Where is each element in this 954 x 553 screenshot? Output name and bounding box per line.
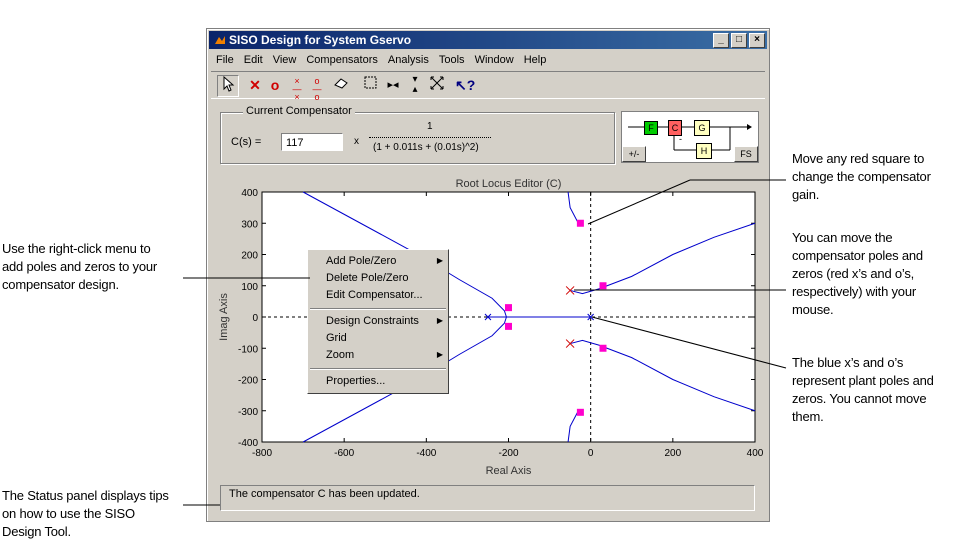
gain-input[interactable]: 117: [281, 133, 343, 151]
denominator: (1 + 0.011s + (0.01s)^2): [373, 142, 479, 153]
block-g[interactable]: G: [694, 120, 710, 136]
gain-marker: [599, 344, 607, 352]
block-diagram-panel: - F C G H +/- FS: [621, 111, 759, 163]
x-tick-label: -400: [416, 448, 436, 459]
gain-marker: [576, 408, 584, 416]
close-button[interactable]: ×: [749, 33, 765, 48]
gain-marker: [576, 219, 584, 227]
menu-edit[interactable]: Edit: [239, 51, 268, 69]
help-icon[interactable]: ↖?: [455, 75, 475, 95]
block-f[interactable]: F: [644, 121, 658, 135]
ctx-design-constraints[interactable]: Design Constraints ▶: [326, 313, 448, 329]
submenu-arrow-icon: ▶: [436, 350, 443, 359]
ctx-grid[interactable]: Grid: [326, 330, 347, 346]
c-label: C(s) =: [231, 136, 262, 148]
matlab-logo-icon: [215, 36, 225, 44]
minimize-button[interactable]: _: [713, 33, 729, 48]
menu-window[interactable]: Window: [470, 51, 519, 69]
sign-toggle-button[interactable]: +/-: [622, 146, 646, 162]
ctx-edit-compensator[interactable]: Edit Compensator...: [326, 287, 423, 303]
fs-button[interactable]: FS: [734, 146, 758, 162]
y-tick-label: -200: [238, 376, 258, 387]
y-tick-label: -100: [238, 344, 258, 355]
menu-tools[interactable]: Tools: [434, 51, 470, 69]
x-tick-label: 200: [664, 448, 681, 459]
x-tick-label: -600: [334, 448, 354, 459]
y-tick-label: 100: [241, 282, 258, 293]
plot-title: Root Locus Editor (C): [456, 178, 562, 190]
eraser-icon[interactable]: [331, 75, 351, 95]
gain-marker: [599, 282, 607, 290]
y-tick-label: -400: [238, 438, 258, 449]
submenu-arrow-icon: ▶: [436, 316, 443, 325]
zoom-fit-icon[interactable]: [427, 75, 447, 95]
numerator: 1: [427, 121, 433, 132]
add-complex-zero-icon[interactable]: o — o: [307, 75, 327, 102]
times-sign: x: [354, 136, 359, 147]
ctx-zoom[interactable]: Zoom ▶: [326, 347, 448, 363]
status-panel: The compensator C has been updated.: [220, 485, 755, 511]
x-tick-label: 0: [588, 448, 594, 459]
callout-right-click-menu: Use the right-click menu to add poles an…: [2, 241, 158, 292]
ctx-properties[interactable]: Properties...: [326, 373, 385, 389]
menu-bar: File Edit View Compensators Analysis Too…: [211, 51, 551, 69]
callout-blue-marks: The blue x’s and o’s represent plant pol…: [792, 355, 934, 424]
select-arrow-icon[interactable]: [217, 75, 239, 97]
menu-help[interactable]: Help: [519, 51, 552, 69]
menu-separator: [310, 368, 446, 370]
menu-view[interactable]: View: [268, 51, 302, 69]
ctx-add-pole-zero[interactable]: Add Pole/Zero ▶: [326, 253, 448, 269]
title-bar: SISO Design for System Gservo _ □ ×: [209, 31, 767, 49]
zoom-x-icon[interactable]: ▸◂: [383, 75, 403, 95]
fraction-line: [369, 137, 491, 138]
y-tick-label: 300: [241, 219, 258, 230]
toolbar: ✕ o × — × o — o ▸◂ ▾ ▴ ↖?: [211, 71, 765, 102]
add-real-zero-icon[interactable]: o: [265, 75, 285, 95]
menu-file[interactable]: File: [211, 51, 239, 69]
menu-compensators[interactable]: Compensators: [301, 51, 383, 69]
block-h[interactable]: H: [696, 143, 712, 159]
zoom-xy-icon[interactable]: [361, 75, 381, 95]
x-tick-label: 400: [747, 448, 764, 459]
gain-marker: [505, 304, 512, 312]
menu-analysis[interactable]: Analysis: [383, 51, 434, 69]
y-tick-label: 0: [252, 313, 258, 324]
panel-label: Current Compensator: [243, 105, 355, 117]
context-menu: Add Pole/Zero ▶ Delete Pole/Zero Edit Com…: [307, 249, 449, 394]
ctx-delete-pole-zero[interactable]: Delete Pole/Zero: [326, 270, 409, 286]
y-axis-label: Imag Axis: [218, 293, 230, 341]
callout-move-poles: You can move the compensator poles and z…: [792, 230, 923, 317]
add-complex-pole-icon[interactable]: × — ×: [287, 75, 307, 102]
submenu-arrow-icon: ▶: [436, 256, 443, 265]
gain-marker: [505, 322, 512, 330]
y-tick-label: 400: [241, 188, 258, 199]
x-tick-label: -800: [252, 448, 272, 459]
status-text: The compensator C has been updated.: [229, 488, 420, 500]
current-compensator-panel: Current Compensator C(s) = 117 x 1 (1 + …: [220, 105, 615, 164]
x-tick-label: -200: [498, 448, 518, 459]
menu-separator: [310, 308, 446, 310]
block-c[interactable]: C: [668, 120, 682, 136]
x-axis-label: Real Axis: [486, 465, 532, 474]
y-tick-label: -300: [238, 407, 258, 418]
callout-red-square: Move any red square to change the compen…: [792, 151, 931, 202]
zoom-y-icon[interactable]: ▾ ▴: [405, 75, 425, 95]
window-title: SISO Design for System Gservo: [229, 33, 412, 47]
siso-design-window: SISO Design for System Gservo _ □ × File…: [206, 28, 770, 522]
add-real-pole-icon[interactable]: ✕: [245, 75, 265, 95]
callout-status-panel: The Status panel displays tips on how to…: [2, 488, 169, 539]
y-tick-label: 200: [241, 251, 258, 262]
root-locus-plot[interactable]: Root Locus Editor (C)Real AxisImag Axis-…: [207, 174, 769, 474]
maximize-button[interactable]: □: [731, 33, 747, 48]
